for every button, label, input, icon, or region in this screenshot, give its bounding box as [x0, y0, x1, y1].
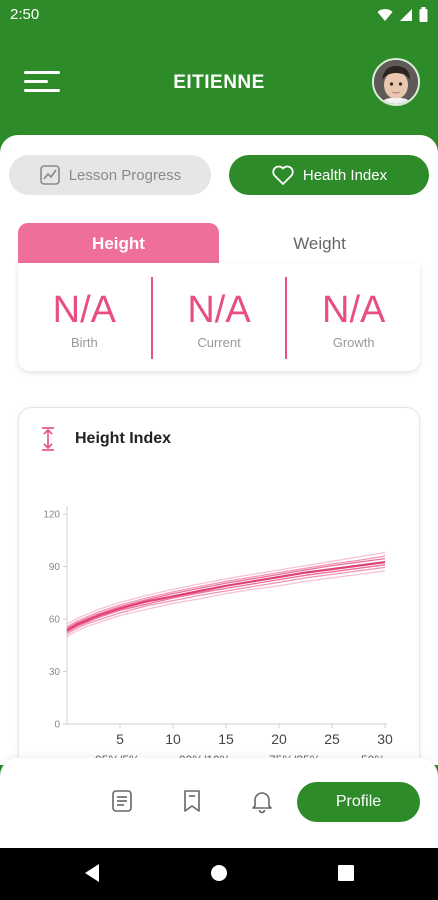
x-tick-label: 25 [324, 731, 340, 747]
system-nav-bar [0, 848, 438, 900]
status-time: 2:50 [10, 6, 40, 23]
stat-current-value: N/A [187, 289, 251, 331]
document-icon [112, 790, 132, 812]
content-sheet: Lesson Progress Health Index Height Weig… [0, 135, 438, 765]
app-bar: EITIENNE [0, 30, 438, 140]
series-line-5 [66, 564, 386, 633]
lesson-progress-label: Lesson Progress [68, 166, 182, 184]
stat-growth-label: Growth [332, 335, 375, 350]
health-index-tab[interactable]: Health Index [229, 155, 429, 195]
bookmark-icon [184, 790, 200, 812]
height-index-card: 03060901205101520253095%/5%90%/10%75%/25… [18, 407, 420, 765]
nav-document-button[interactable] [109, 788, 135, 814]
avatar[interactable] [372, 58, 420, 106]
y-tick-label: 120 [43, 510, 60, 521]
stat-birth-value: N/A [52, 289, 117, 331]
x-tick-label: 20 [271, 731, 287, 747]
y-tick-label: 0 [54, 720, 60, 731]
bottom-nav: Profile [0, 758, 438, 848]
stat-current: N/A Current [153, 263, 286, 371]
lesson-progress-tab[interactable]: Lesson Progress [9, 155, 211, 195]
tab-height[interactable]: Height [18, 223, 219, 265]
height-stats-card: N/A Birth N/A Current N/A Growth [18, 263, 420, 371]
recents-icon[interactable] [336, 862, 356, 884]
stat-growth: N/A Growth [287, 263, 420, 371]
status-bar: 2:50 [0, 0, 438, 30]
bell-icon [252, 792, 272, 814]
x-tick-label: 30 [377, 731, 393, 747]
status-icons [377, 7, 428, 22]
heart-icon [272, 165, 294, 185]
health-index-label: Health Index [302, 166, 388, 184]
y-tick-label: 30 [49, 667, 61, 678]
series-line-4 [66, 561, 386, 632]
stat-current-label: Current [197, 335, 241, 350]
wifi-icon [377, 8, 393, 21]
home-icon[interactable] [209, 862, 229, 884]
battery-icon [419, 7, 428, 22]
y-tick-label: 90 [49, 562, 61, 573]
x-tick-label: 15 [218, 731, 234, 747]
chart-title: Height Index [75, 430, 172, 447]
chart-header: Height Index [39, 426, 171, 452]
height-ruler-icon [42, 427, 54, 451]
stat-growth-value: N/A [322, 289, 386, 331]
child-avatar-photo [374, 60, 418, 104]
x-tick-label: 10 [165, 731, 181, 747]
back-icon[interactable] [82, 862, 102, 884]
signal-icon [400, 8, 412, 21]
y-tick-label: 60 [49, 615, 61, 626]
nav-notifications-button[interactable] [249, 788, 275, 814]
stat-birth: N/A Birth [18, 263, 151, 371]
height-index-chart: 03060901205101520253095%/5%90%/10%75%/25… [43, 506, 393, 765]
profile-button[interactable]: Profile [297, 782, 420, 822]
nav-bookmark-button[interactable] [179, 788, 205, 814]
x-tick-label: 5 [116, 731, 124, 747]
chart-line-icon [39, 165, 60, 185]
tab-weight[interactable]: Weight [219, 223, 420, 265]
stat-birth-label: Birth [70, 335, 98, 350]
